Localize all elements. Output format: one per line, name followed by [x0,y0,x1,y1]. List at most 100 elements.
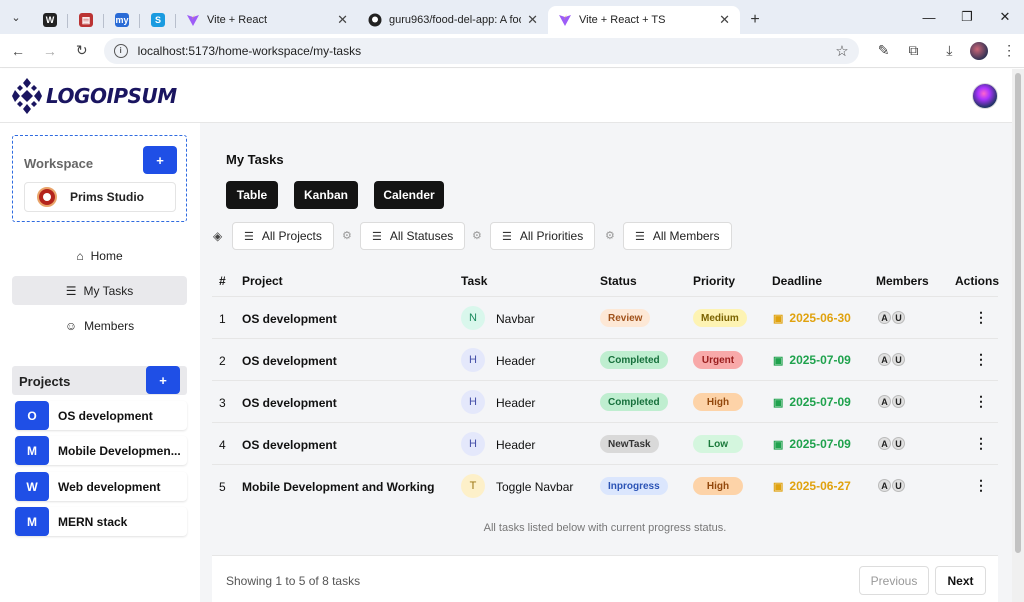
priority-badge: Low [693,435,743,453]
row-task[interactable]: Toggle Navbar [496,480,573,494]
eyedropper-icon[interactable]: ✎ [869,37,899,65]
table-row[interactable]: 2 OS development H Header Completed Urgent ▣ 20… [212,338,998,380]
task-initial-avatar: N [461,306,485,330]
user-icon: ☺ [64,318,78,333]
row-task[interactable]: Navbar [496,312,535,326]
row-actions-kebab-icon[interactable]: ⋮ [974,309,988,326]
project-item[interactable]: M Mobile Developmen... [15,436,187,465]
add-workspace-button[interactable]: + [143,146,177,174]
nav-item-members[interactable]: ☺ Members [12,311,187,340]
view-calender-button[interactable]: Calender [374,181,444,209]
filter-projects[interactable]: ☰ All Projects [232,222,334,250]
download-icon[interactable]: ⤓ [934,37,964,65]
table-row[interactable]: 1 OS development N Navbar Review Medium ▣ 2025-… [212,296,998,338]
row-project[interactable]: Mobile Development and Working [242,480,434,494]
member-avatar: U [892,395,905,408]
address-bar[interactable]: i localhost:5173/home-workspace/my-tasks… [103,37,859,64]
project-item[interactable]: O OS development [15,401,187,430]
page-title: My Tasks [226,152,284,167]
row-actions-kebab-icon[interactable]: ⋮ [974,351,988,368]
row-number: 3 [219,396,226,410]
project-item[interactable]: M MERN stack [15,507,187,536]
extensions-puzzle-icon[interactable]: ⧉ [899,37,929,65]
close-tab-icon[interactable]: ✕ [337,12,348,28]
browser-mini-tab[interactable]: ▤ [68,6,104,34]
browser-mini-tab[interactable]: S [140,6,176,34]
row-task[interactable]: Header [496,438,535,452]
table-row[interactable]: 4 OS development H Header NewTask Low ▣ 2025-07… [212,422,998,464]
browser-tab-1[interactable]: Vite + React ✕ [176,6,358,34]
deadline-date: 2025-07-09 [789,395,851,409]
browser-tab-3[interactable]: Vite + React + TS ✕ [548,6,740,34]
back-arrow-icon[interactable]: ← [4,37,32,65]
row-project[interactable]: OS development [242,396,337,410]
row-number: 4 [219,438,226,452]
bookmark-star-icon[interactable]: ☆ [835,42,848,60]
filter-members[interactable]: ☰ All Members [623,222,732,250]
member-avatar: A [878,395,891,408]
column-header-deadline: Deadline [772,274,823,288]
project-item[interactable]: W Web development [15,472,187,501]
filter-label: All Statuses [389,229,454,243]
filter-priorities[interactable]: ☰ All Priorities [490,222,596,250]
task-initial-avatar: H [461,432,485,456]
close-window-icon[interactable]: ✕ [986,9,1024,25]
logo-mark-icon [12,77,42,114]
projects-header: Projects + [12,366,187,395]
workspace-selector[interactable]: Prims Studio [24,182,176,212]
browser-mini-tab[interactable]: W [32,6,68,34]
task-initial-avatar: H [461,348,485,372]
reload-icon[interactable]: ↻ [68,37,96,65]
scrollbar-thumb[interactable] [1015,73,1021,553]
row-actions-kebab-icon[interactable]: ⋮ [974,393,988,410]
close-tab-icon[interactable]: ✕ [719,12,730,28]
status-badge: Review [600,309,651,327]
project-badge: W [15,472,49,501]
forward-arrow-icon[interactable]: → [36,37,64,65]
table-row[interactable]: 3 OS development H Header Completed High ▣ 2025… [212,380,998,422]
member-avatar: A [878,353,891,366]
row-project[interactable]: OS development [242,354,337,368]
view-table-button[interactable]: Table [226,181,278,209]
new-tab-button[interactable]: + [740,6,770,34]
row-project[interactable]: OS development [242,312,337,326]
row-project[interactable]: OS development [242,438,337,452]
nav-item-my-tasks[interactable]: ☰ My Tasks [12,276,187,305]
user-avatar[interactable] [972,83,998,109]
site-info-icon[interactable]: i [113,43,128,58]
browser-mini-tab[interactable]: my [104,6,140,34]
previous-button[interactable]: Previous [859,566,929,595]
filter-statuses[interactable]: ☰ All Statuses [360,222,466,250]
column-header-number: # [219,274,226,288]
column-header-actions: Actions [955,274,1000,288]
next-button[interactable]: Next [935,566,986,595]
row-actions-kebab-icon[interactable]: ⋮ [974,477,988,494]
nav-item-home[interactable]: ⌂ Home [12,241,187,270]
app-header: LOGOIPSUM [0,69,1024,123]
settings-gear-icon: ⚙ [605,230,615,242]
table-row[interactable]: 5 Mobile Development and Working T Toggle N… [212,464,998,506]
page-scrollbar[interactable] [1012,69,1024,602]
restore-icon[interactable]: ❐ [948,9,986,25]
logo[interactable]: LOGOIPSUM [12,77,177,115]
pagination-footer: Showing 1 to 5 of 8 tasks Previous Next [212,555,998,602]
browser-tab-2[interactable]: guru963/food-del-app: A food ✕ [358,6,548,34]
member-avatar: U [892,353,905,366]
tab-search-chevron-icon[interactable]: ⌄ [0,0,32,34]
nav-label: Members [84,318,135,333]
status-badge: Completed [600,393,668,411]
profile-avatar[interactable] [964,37,994,65]
row-task[interactable]: Header [496,354,535,368]
minimize-icon[interactable]: — [910,10,948,25]
member-avatar: A [878,437,891,450]
add-project-button[interactable]: + [146,366,180,394]
row-actions-kebab-icon[interactable]: ⋮ [974,435,988,452]
more-menu-icon[interactable]: ⋮ [994,37,1024,65]
url-text[interactable]: localhost:5173/home-workspace/my-tasks [138,44,836,58]
row-task[interactable]: Header [496,396,535,410]
filter-label: All Priorities [519,229,584,243]
home-icon: ⌂ [76,248,84,263]
filter-icon: ☰ [502,230,512,243]
view-kanban-button[interactable]: Kanban [294,181,358,209]
close-tab-icon[interactable]: ✕ [527,12,538,28]
